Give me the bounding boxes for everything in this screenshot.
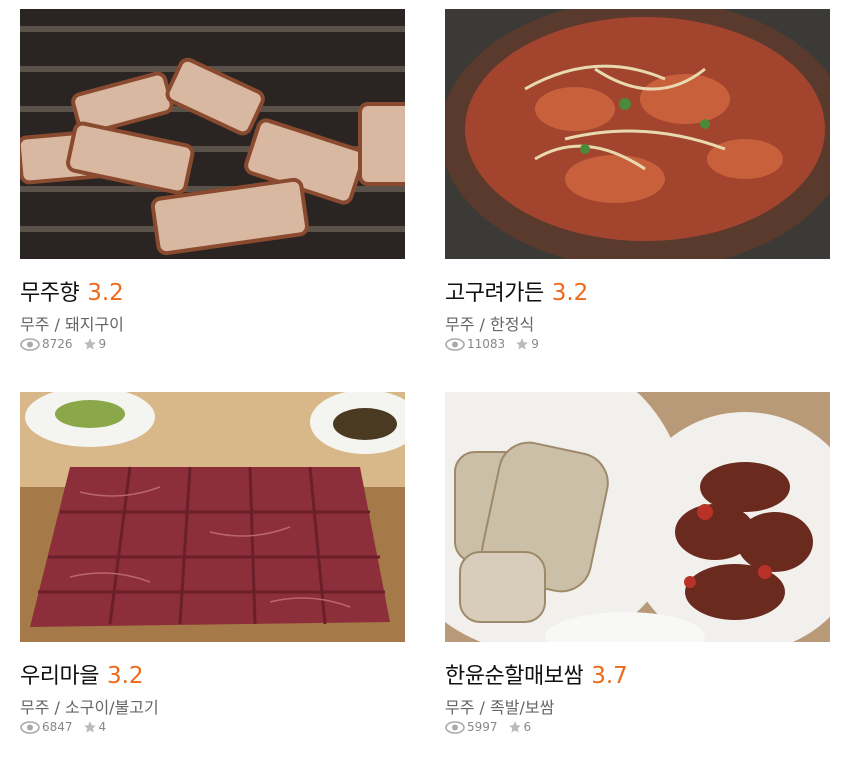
raw-beef-photo: [20, 392, 405, 642]
region-label: 무주: [445, 698, 475, 717]
restaurant-card[interactable]: 고구려가든 3.2 무주 / 한정식 11083 9: [445, 9, 830, 359]
views-stat: 11083: [445, 337, 505, 351]
restaurant-meta: 무주 / 소구이/불고기: [20, 694, 159, 718]
restaurant-name[interactable]: 우리마을: [20, 664, 99, 689]
spicy-stew-photo: [445, 9, 830, 259]
star-icon: [516, 338, 529, 350]
restaurant-meta: 무주 / 돼지구이: [20, 311, 124, 335]
star-icon: [83, 338, 96, 350]
eye-icon: [20, 337, 40, 351]
favorites-stat: 9: [515, 337, 539, 351]
category-label: 한정식: [490, 315, 535, 334]
bossam-photo: [445, 392, 830, 642]
rating-score: 3.2: [106, 663, 144, 689]
restaurant-card[interactable]: 우리마을 3.2 무주 / 소구이/불고기 6847 4: [20, 392, 405, 742]
stats-row: 5997 6: [445, 720, 541, 734]
views-count: 8726: [42, 337, 73, 351]
views-stat: 5997: [445, 720, 498, 734]
favorites-count: 9: [98, 337, 107, 351]
eye-icon: [445, 337, 465, 351]
star-icon: [83, 721, 96, 733]
region-label: 무주: [20, 315, 50, 334]
title-row: 고구려가든 3.2: [445, 277, 588, 311]
restaurant-photo[interactable]: [445, 9, 830, 259]
title-row: 한윤순할매보쌈 3.7: [445, 660, 628, 694]
views-stat: 8726: [20, 337, 73, 351]
star-icon: [508, 721, 521, 733]
separator: /: [474, 698, 491, 717]
views-count: 5997: [467, 720, 498, 734]
restaurant-name[interactable]: 한윤순할매보쌈: [445, 664, 584, 689]
pork-belly-photo: [20, 9, 405, 259]
views-count: 11083: [467, 337, 506, 351]
region-label: 무주: [445, 315, 475, 334]
favorites-stat: 9: [83, 337, 107, 351]
title-row: 무주향 3.2: [20, 277, 124, 311]
views-count: 6847: [42, 720, 73, 734]
category-label: 돼지구이: [65, 315, 124, 334]
favorites-count: 4: [98, 720, 107, 734]
category-label: 소구이/불고기: [65, 698, 159, 717]
restaurant-photo[interactable]: [20, 392, 405, 642]
restaurant-photo[interactable]: [20, 9, 405, 259]
stats-row: 11083 9: [445, 337, 549, 351]
restaurant-meta: 무주 / 족발/보쌈: [445, 694, 554, 718]
title-row: 우리마을 3.2: [20, 660, 144, 694]
stats-row: 6847 4: [20, 720, 116, 734]
favorites-count: 6: [523, 720, 532, 734]
separator: /: [49, 315, 66, 334]
rating-score: 3.2: [87, 280, 124, 306]
region-label: 무주: [20, 698, 50, 717]
restaurant-card[interactable]: 한윤순할매보쌈 3.7 무주 / 족발/보쌈 5997 6: [445, 392, 830, 742]
views-stat: 6847: [20, 720, 73, 734]
restaurant-name[interactable]: 고구려가든: [445, 281, 544, 306]
restaurant-photo[interactable]: [445, 392, 830, 642]
separator: /: [49, 698, 66, 717]
restaurant-name[interactable]: 무주향: [20, 281, 80, 306]
eye-icon: [20, 720, 40, 734]
stats-row: 8726 9: [20, 337, 116, 351]
category-label: 족발/보쌈: [490, 698, 555, 717]
rating-score: 3.7: [591, 663, 628, 689]
restaurant-meta: 무주 / 한정식: [445, 311, 534, 335]
favorites-stat: 6: [508, 720, 532, 734]
eye-icon: [445, 720, 465, 734]
favorites-count: 9: [531, 337, 539, 351]
rating-score: 3.2: [551, 280, 589, 306]
separator: /: [474, 315, 491, 334]
favorites-stat: 4: [83, 720, 107, 734]
restaurant-card[interactable]: 무주향 3.2 무주 / 돼지구이 8726 9: [20, 9, 405, 359]
